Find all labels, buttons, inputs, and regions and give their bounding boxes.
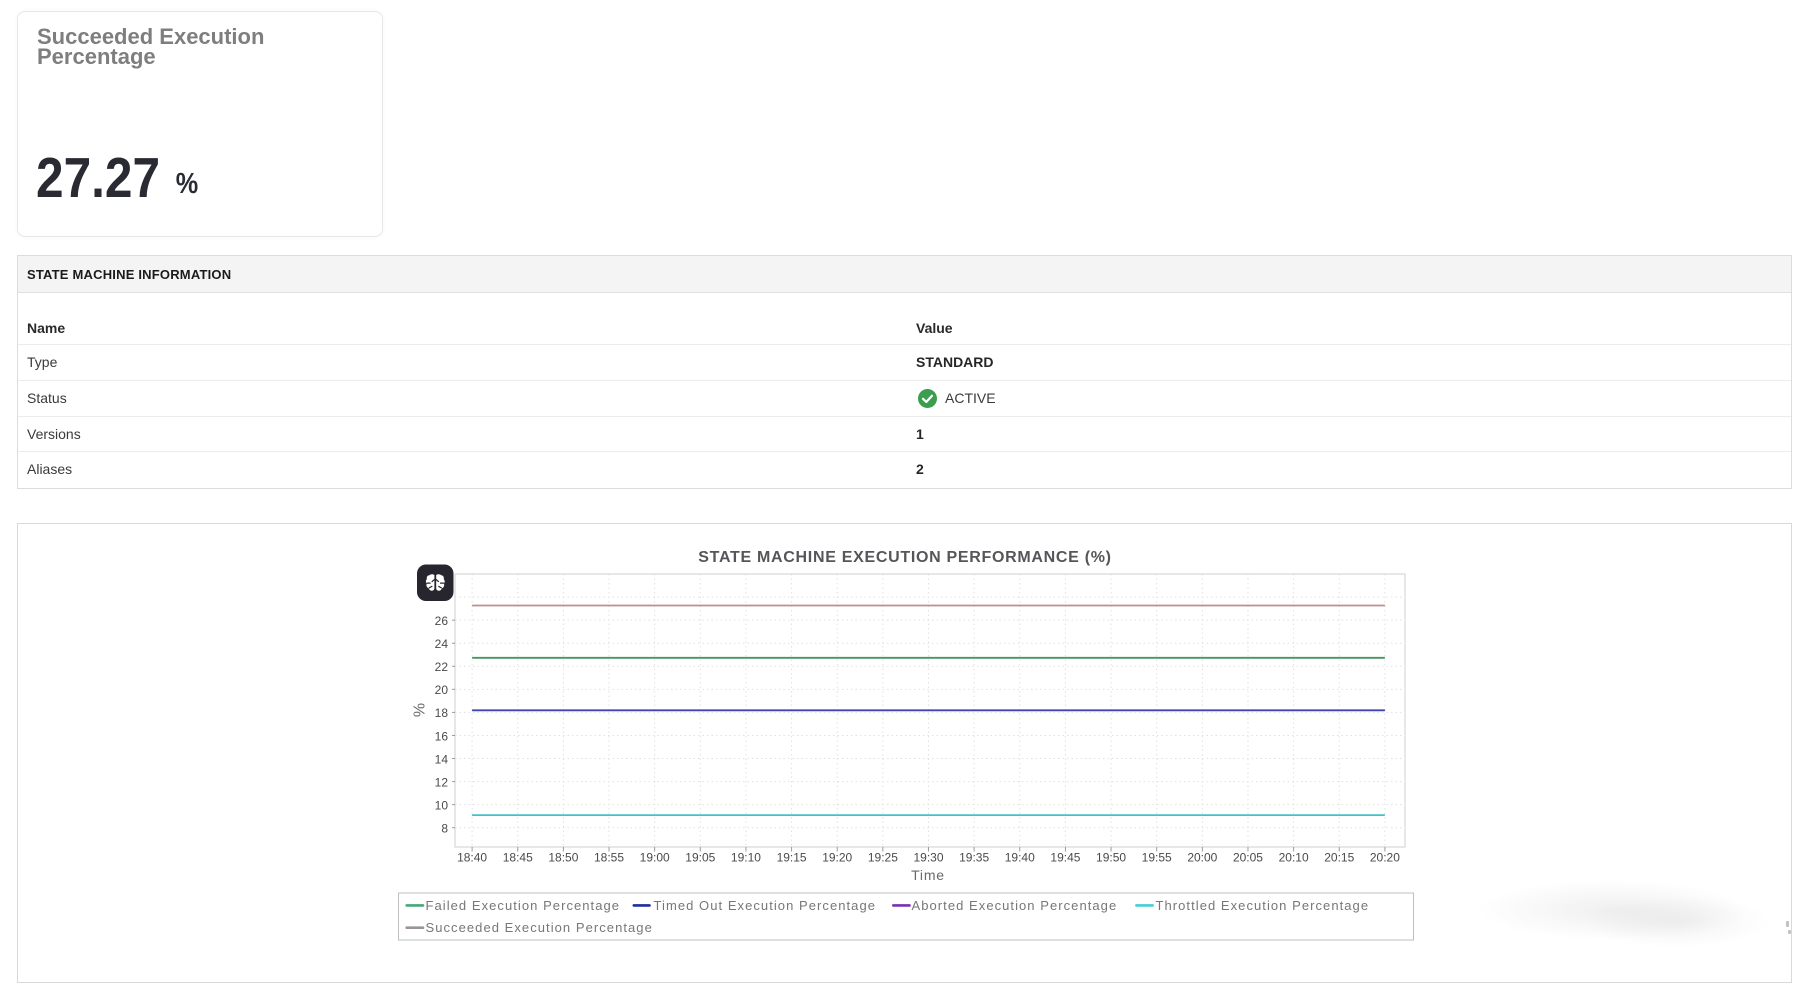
- svg-text:20: 20: [435, 683, 449, 697]
- svg-text:18:40: 18:40: [457, 851, 487, 865]
- svg-text:8: 8: [441, 822, 448, 836]
- svg-text:14: 14: [435, 752, 449, 766]
- svg-text:Timed Out Execution Percentage: Timed Out Execution Percentage: [654, 898, 877, 913]
- svg-text:Time: Time: [911, 867, 945, 883]
- svg-text:Aborted Execution Percentage: Aborted Execution Percentage: [912, 898, 1118, 913]
- svg-text:10: 10: [435, 798, 449, 812]
- svg-text:Failed Execution Percentage: Failed Execution Percentage: [426, 898, 621, 913]
- svg-text:12: 12: [435, 775, 449, 789]
- svg-text:20:10: 20:10: [1279, 851, 1309, 865]
- svg-text:24: 24: [435, 637, 449, 651]
- svg-text:19:35: 19:35: [959, 851, 989, 865]
- svg-text:STATE MACHINE EXECUTION PERFOR: STATE MACHINE EXECUTION PERFORMANCE (%): [698, 549, 1111, 566]
- svg-text:19:10: 19:10: [731, 851, 761, 865]
- svg-text:19:45: 19:45: [1050, 851, 1080, 865]
- svg-text:19:40: 19:40: [1005, 851, 1035, 865]
- svg-text:19:30: 19:30: [913, 851, 943, 865]
- svg-text:19:25: 19:25: [868, 851, 898, 865]
- svg-text:16: 16: [435, 729, 449, 743]
- svg-text:%: %: [412, 703, 429, 717]
- svg-text:19:15: 19:15: [777, 851, 807, 865]
- svg-text:18: 18: [435, 706, 449, 720]
- svg-text:18:50: 18:50: [548, 851, 578, 865]
- svg-text:20:05: 20:05: [1233, 851, 1263, 865]
- svg-text:19:00: 19:00: [640, 851, 670, 865]
- svg-text:18:45: 18:45: [503, 851, 533, 865]
- svg-text:26: 26: [435, 614, 449, 628]
- svg-text:18:55: 18:55: [594, 851, 624, 865]
- svg-text:19:55: 19:55: [1142, 851, 1172, 865]
- svg-text:20:20: 20:20: [1370, 851, 1400, 865]
- svg-text:19:50: 19:50: [1096, 851, 1126, 865]
- svg-text:19:05: 19:05: [685, 851, 715, 865]
- svg-text:19:20: 19:20: [822, 851, 852, 865]
- svg-text:Succeeded Execution Percentage: Succeeded Execution Percentage: [426, 920, 653, 935]
- svg-text:20:15: 20:15: [1324, 851, 1354, 865]
- svg-text:20:00: 20:00: [1187, 851, 1217, 865]
- svg-text:22: 22: [435, 660, 449, 674]
- svg-text:Throttled Execution Percentage: Throttled Execution Percentage: [1156, 898, 1370, 913]
